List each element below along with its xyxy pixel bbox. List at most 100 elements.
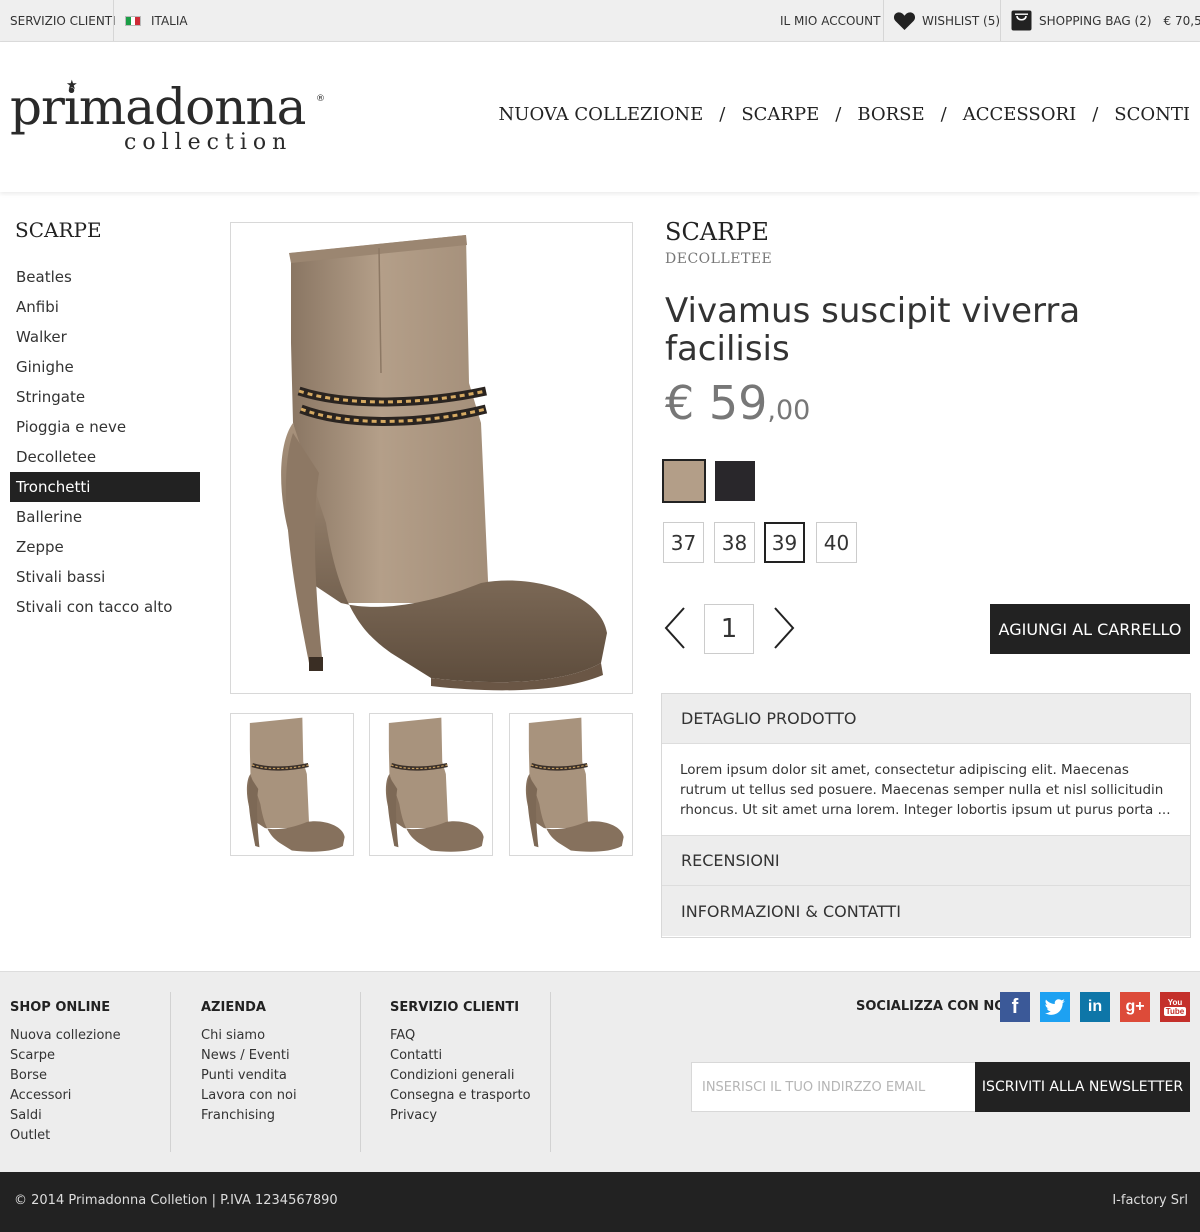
footer-link[interactable]: Outlet xyxy=(10,1126,121,1146)
customer-service-label: SERVIZIO CLIENTI xyxy=(10,13,116,28)
footer-column-title: SERVIZIO CLIENTI xyxy=(390,1000,520,1015)
heart-icon xyxy=(893,11,916,31)
youtube-icon[interactable]: You Tube xyxy=(1160,992,1190,1022)
sidebar-item-tronchetti[interactable]: Tronchetti xyxy=(10,472,200,502)
accordion-reviews[interactable]: RECENSIONI xyxy=(662,836,1190,886)
divider xyxy=(883,0,884,41)
sidebar-item-stivali-bassi[interactable]: Stivali bassi xyxy=(10,562,200,592)
boot-thumbnail-image xyxy=(525,717,624,852)
shopping-bag-total: € 70,50 xyxy=(1163,13,1200,28)
newsletter-subscribe-button[interactable]: ISCRIVITI ALLA NEWSLETTER xyxy=(975,1062,1190,1112)
color-swatch-beige[interactable] xyxy=(662,459,706,503)
wishlist-link[interactable]: WISHLIST (5) xyxy=(893,0,1000,41)
boot-thumbnail-image xyxy=(385,717,484,852)
utility-bar: SERVIZIO CLIENTI ITALIA IL MIO ACCOUNT W… xyxy=(0,0,1200,42)
product-description: Lorem ipsum dolor sit amet, consectetur … xyxy=(662,744,1190,836)
quantity-decrease-button[interactable] xyxy=(663,606,687,650)
sidebar-item-stivali-con-tacco-alto[interactable]: Stivali con tacco alto xyxy=(10,592,200,622)
product-accordion: DETAGLIO PRODOTTO Lorem ipsum dolor sit … xyxy=(661,693,1191,938)
footer-link[interactable]: Borse xyxy=(10,1066,121,1086)
category-list: Beatles Anfibi Walker Ginighe Stringate … xyxy=(10,262,200,622)
price-main: € 59 xyxy=(665,376,768,430)
wishlist-label: WISHLIST xyxy=(922,13,980,28)
sidebar-item-pioggia-e-neve[interactable]: Pioggia e neve xyxy=(10,412,200,442)
size-option-37[interactable]: 37 xyxy=(663,522,704,563)
nav-item-scarpe[interactable]: SCARPE xyxy=(741,104,819,125)
footer-link[interactable]: Privacy xyxy=(390,1106,531,1126)
sidebar-item-ginighe[interactable]: Ginighe xyxy=(10,352,200,382)
product-thumbnail[interactable] xyxy=(509,713,633,856)
accordion-product-detail[interactable]: DETAGLIO PRODOTTO xyxy=(662,694,1190,744)
size-option-40[interactable]: 40 xyxy=(816,522,857,563)
footer-link[interactable]: Saldi xyxy=(10,1106,121,1126)
sidebar-item-beatles[interactable]: Beatles xyxy=(10,262,200,292)
accordion-info-contacts[interactable]: INFORMAZIONI & CONTATTI xyxy=(662,886,1190,936)
footer-link[interactable]: Consegna e trasporto xyxy=(390,1086,531,1106)
footer-link[interactable]: Franchising xyxy=(201,1106,297,1126)
footer-link[interactable]: Punti vendita xyxy=(201,1066,297,1086)
sidebar-item-zeppe[interactable]: Zeppe xyxy=(10,532,200,562)
logo-subtitle: collection xyxy=(124,130,293,155)
my-account-link[interactable]: IL MIO ACCOUNT xyxy=(780,0,880,41)
product-price: € 59,00 xyxy=(665,376,810,430)
product-subcategory: DECOLLETEE xyxy=(665,251,773,267)
linkedin-icon[interactable]: in xyxy=(1080,992,1110,1022)
size-option-38[interactable]: 38 xyxy=(714,522,755,563)
divider xyxy=(170,992,171,1152)
newsletter-email-input[interactable] xyxy=(691,1062,976,1112)
footer-link[interactable]: Accessori xyxy=(10,1086,121,1106)
footer-link[interactable]: Chi siamo xyxy=(201,1026,297,1046)
footer-column-shop: SHOP ONLINE Nuova collezione Scarpe Bors… xyxy=(10,992,121,1152)
divider xyxy=(360,992,361,1152)
product-main-image[interactable] xyxy=(230,222,633,694)
add-to-cart-button[interactable]: AGIUNGI AL CARRELLO xyxy=(990,604,1190,654)
brand-logo[interactable]: ★ primadonna ® collection xyxy=(10,72,330,162)
boot-image xyxy=(281,235,607,691)
social-label: SOCIALIZZA CON NOI xyxy=(856,999,1011,1014)
copyright-bar: © 2014 Primadonna Colletion | P.IVA 1234… xyxy=(0,1172,1200,1232)
footer-link[interactable]: FAQ xyxy=(390,1026,531,1046)
wishlist-count: (5) xyxy=(983,13,1001,28)
google-plus-icon[interactable]: g+ xyxy=(1120,992,1150,1022)
footer-link[interactable]: Condizioni generali xyxy=(390,1066,531,1086)
color-swatch-black[interactable] xyxy=(715,461,755,501)
italy-flag-icon xyxy=(125,15,141,26)
footer-link[interactable]: News / Eventi xyxy=(201,1046,297,1066)
size-option-39[interactable]: 39 xyxy=(764,522,805,563)
facebook-icon[interactable]: f xyxy=(1000,992,1030,1022)
chevron-left-icon xyxy=(664,607,685,649)
footer-link[interactable]: Nuova collezione xyxy=(10,1026,121,1046)
nav-separator: / xyxy=(719,104,726,125)
credit-link[interactable]: I-factory Srl xyxy=(1112,1193,1188,1208)
nav-item-nuova-collezione[interactable]: NUOVA COLLEZIONE xyxy=(499,104,704,125)
quantity-increase-button[interactable] xyxy=(772,606,796,650)
main-navigation: NUOVA COLLEZIONE / SCARPE / BORSE / ACCE… xyxy=(499,104,1190,125)
footer-column-title: SHOP ONLINE xyxy=(10,1000,111,1015)
sidebar-item-walker[interactable]: Walker xyxy=(10,322,200,352)
sidebar-title: SCARPE xyxy=(15,218,102,242)
quantity-field[interactable]: 1 xyxy=(704,604,754,654)
nav-item-accessori[interactable]: ACCESSORI xyxy=(963,104,1076,125)
divider xyxy=(550,992,551,1152)
product-thumbnail[interactable] xyxy=(369,713,493,856)
footer-link[interactable]: Scarpe xyxy=(10,1046,121,1066)
footer-column-service: SERVIZIO CLIENTI FAQ Contatti Condizioni… xyxy=(390,992,531,1152)
customer-service-link[interactable]: SERVIZIO CLIENTI xyxy=(10,0,116,41)
nav-item-sconti[interactable]: SCONTI xyxy=(1114,104,1190,125)
product-title: Vivamus suscipit viverra facilisis xyxy=(665,291,1081,369)
footer-link[interactable]: Lavora con noi xyxy=(201,1086,297,1106)
country-selector[interactable]: ITALIA xyxy=(125,0,188,41)
shopping-bag-link[interactable]: SHOPPING BAG (2) € 70,50 xyxy=(1011,0,1200,41)
footer-link[interactable]: Contatti xyxy=(390,1046,531,1066)
product-thumbnail[interactable] xyxy=(230,713,354,856)
sidebar-item-decolletee[interactable]: Decolletee xyxy=(10,442,200,472)
sidebar-item-ballerine[interactable]: Ballerine xyxy=(10,502,200,532)
nav-item-borse[interactable]: BORSE xyxy=(857,104,924,125)
sidebar-item-stringate[interactable]: Stringate xyxy=(10,382,200,412)
footer-column-title: AZIENDA xyxy=(201,1000,266,1015)
footer-column-company: AZIENDA Chi siamo News / Eventi Punti ve… xyxy=(201,992,297,1152)
twitter-icon[interactable] xyxy=(1040,992,1070,1022)
shopping-bag-label: SHOPPING BAG xyxy=(1039,13,1131,28)
sidebar-item-anfibi[interactable]: Anfibi xyxy=(10,292,200,322)
country-label: ITALIA xyxy=(151,13,188,28)
